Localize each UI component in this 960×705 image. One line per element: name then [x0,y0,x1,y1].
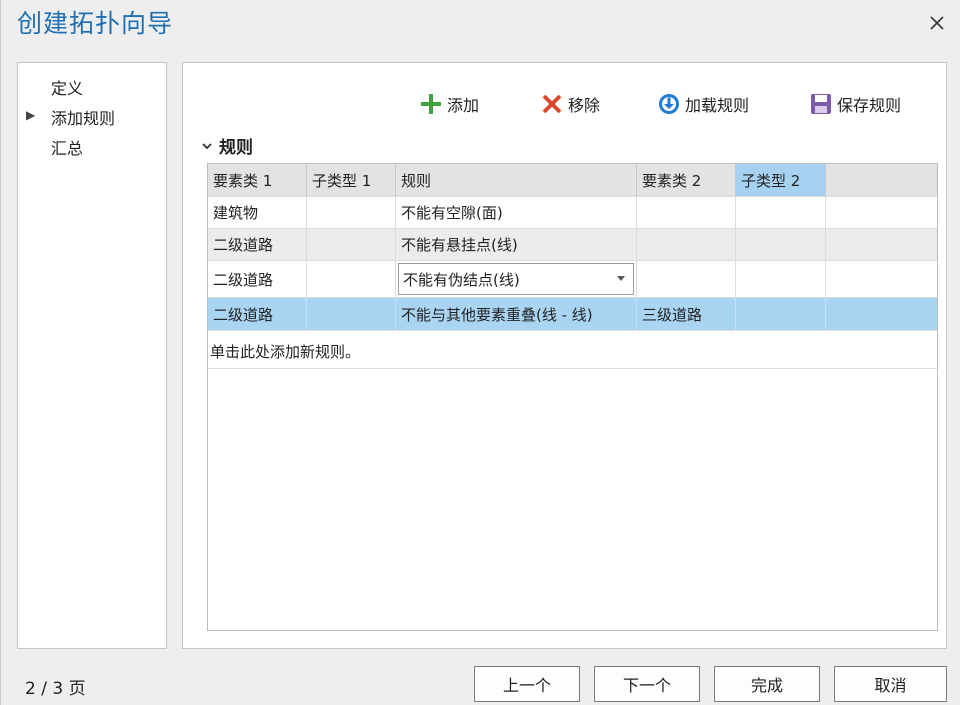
cell-rule: 不能有伪结点(线) [396,261,637,297]
add-new-rule-row[interactable]: 单击此处添加新规则。 [208,334,937,369]
table-row[interactable]: 二级道路 不能有悬挂点(线) [208,229,937,261]
create-topology-dialog: 创建拓扑向导 定义 ▶ 添加规则 汇总 添加 移除 加载规则 保存规则 规则 要… [0,0,960,705]
dropdown-arrow-icon[interactable] [617,276,625,281]
cell-subtype-2[interactable] [736,229,826,260]
table-header-row: 要素类 1 子类型 1 规则 要素类 2 子类型 2 [208,164,937,197]
triangle-right-icon: ▶ [26,108,36,122]
nav-step-label: 定义 [51,79,84,98]
column-header-filler [826,164,937,196]
nav-step-label: 汇总 [51,139,84,158]
column-header-rule[interactable]: 规则 [396,164,637,196]
plus-icon [419,92,443,116]
save-rules-button[interactable]: 保存规则 [809,89,901,119]
cell-rule[interactable]: 不能有悬挂点(线) [396,229,637,260]
cell-subtype-2[interactable] [736,197,826,228]
column-header-feature-class-2[interactable]: 要素类 2 [637,164,736,196]
save-label: 保存规则 [837,96,902,115]
cell-rule[interactable]: 不能有空隙(面) [396,197,637,228]
cell-feature-class-1[interactable]: 二级道路 [208,298,307,330]
rules-table: 要素类 1 子类型 1 规则 要素类 2 子类型 2 建筑物 不能有空隙(面) … [207,163,938,631]
close-icon [930,16,944,30]
remove-rule-button[interactable]: 移除 [540,89,600,119]
nav-step-label: 添加规则 [51,109,116,128]
cell-rule[interactable]: 不能与其他要素重叠(线 - 线) [396,298,637,330]
cell-filler [826,229,937,260]
nav-step-summary[interactable]: 汇总 [51,135,83,159]
table-row[interactable]: 二级道路 不能有伪结点(线) [208,261,937,298]
rule-dropdown-value: 不能有伪结点(线) [403,270,520,289]
nav-step-add-rules[interactable]: 添加规则 [51,105,115,129]
chevron-down-icon [202,142,212,149]
back-button[interactable]: 上一个 [474,666,580,702]
cell-feature-class-1[interactable]: 二级道路 [208,229,307,260]
cell-subtype-1[interactable] [307,197,396,228]
cell-feature-class-2[interactable]: 三级道路 [637,298,736,330]
close-button[interactable] [923,10,951,36]
download-icon [657,92,681,116]
cell-feature-class-1[interactable]: 二级道路 [208,261,307,297]
cell-subtype-1[interactable] [307,229,396,260]
section-title: 规则 [219,138,253,158]
cell-subtype-2[interactable] [736,298,826,330]
next-button[interactable]: 下一个 [594,666,700,702]
page-indicator: 2 / 3 页 [25,679,86,699]
cell-feature-class-2[interactable] [637,229,736,260]
rule-dropdown[interactable]: 不能有伪结点(线) [398,263,634,295]
cell-feature-class-2[interactable] [637,261,736,297]
dialog-title: 创建拓扑向导 [17,9,174,38]
cell-filler [826,197,937,228]
cancel-button[interactable]: 取消 [834,666,947,702]
load-label: 加载规则 [685,96,750,115]
remove-label: 移除 [568,96,601,115]
finish-button[interactable]: 完成 [714,666,820,702]
column-header-subtype-2[interactable]: 子类型 2 [736,164,826,196]
cell-filler [826,261,937,297]
cell-feature-class-2[interactable] [637,197,736,228]
save-icon [809,92,833,116]
rules-panel: 添加 移除 加载规则 保存规则 规则 要素类 1 子类型 1 规则 要素类 2 … [182,62,947,649]
cell-filler [826,298,937,330]
table-row[interactable]: 二级道路 不能与其他要素重叠(线 - 线) 三级道路 [208,298,937,331]
cell-subtype-1[interactable] [307,261,396,297]
column-header-subtype-1[interactable]: 子类型 1 [307,164,396,196]
table-row[interactable]: 建筑物 不能有空隙(面) [208,197,937,229]
load-rules-button[interactable]: 加载规则 [657,89,749,119]
rules-section-header[interactable]: 规则 [201,133,253,158]
cell-feature-class-1[interactable]: 建筑物 [208,197,307,228]
cell-subtype-2[interactable] [736,261,826,297]
cross-icon [540,92,564,116]
wizard-step-nav: 定义 ▶ 添加规则 汇总 [17,62,167,649]
add-label: 添加 [447,96,480,115]
add-rule-button[interactable]: 添加 [419,89,479,119]
cell-subtype-1[interactable] [307,298,396,330]
nav-step-define[interactable]: 定义 [51,75,83,99]
column-header-feature-class-1[interactable]: 要素类 1 [208,164,307,196]
